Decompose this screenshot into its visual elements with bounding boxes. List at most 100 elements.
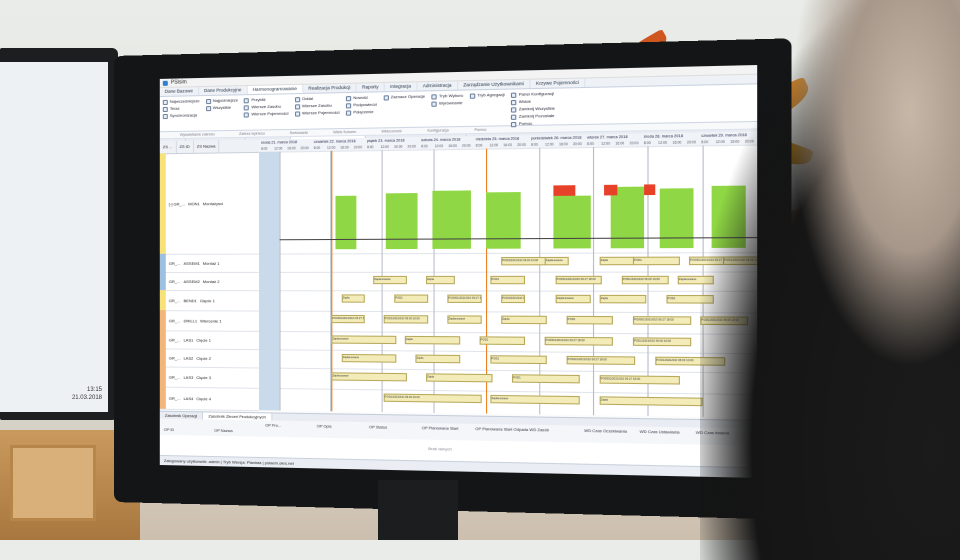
operation-bar[interactable]: POD1: [567, 316, 613, 325]
ribbon-button[interactable]: Najpóźniejsze: [206, 97, 238, 104]
operation-bar[interactable]: PO0001/2021/010 06:27 18:00: [567, 356, 636, 365]
operation-bar[interactable]: POD1/2021/010 06:00 10:00: [384, 315, 428, 323]
operation-bar[interactable]: Zapla: [426, 276, 455, 284]
ribbon-button[interactable]: Wiersze Zasobu: [244, 103, 288, 110]
ribbon-button-icon: [511, 92, 516, 97]
operation-bar[interactable]: Zaplanowane: [342, 354, 397, 363]
operation-bar[interactable]: Zaplanowane: [447, 315, 481, 323]
capacity-bar: [486, 192, 521, 249]
row-separator: [280, 388, 758, 395]
ribbon-tab[interactable]: Dane Bazowe: [160, 87, 199, 96]
resource-row[interactable]: [-] GR_... MON1 Montażyści: [160, 152, 259, 255]
column-header[interactable]: ZS ...: [160, 141, 177, 153]
ribbon-button[interactable]: Tryb Agregacji: [470, 92, 505, 99]
row-separator: [280, 311, 758, 313]
operation-bar[interactable]: POD1/2021/010 06:00 10:00: [384, 394, 482, 404]
operation-bar[interactable]: POD1/2021/010 06:00 10:00: [501, 295, 525, 303]
operation-bar[interactable]: Zapla: [600, 396, 703, 406]
operation-bar[interactable]: Zapla: [426, 373, 492, 382]
operation-bar[interactable]: Zapla: [600, 257, 636, 266]
operation-bar[interactable]: Zaplanowane: [373, 276, 407, 284]
resource-name: Cięcie 2: [193, 355, 211, 360]
operation-bar[interactable]: Zaplanowane: [545, 257, 569, 265]
ribbon-button[interactable]: Oddal: [295, 95, 340, 102]
operation-bar[interactable]: Zapla: [600, 295, 647, 304]
ribbon-tab[interactable]: Zarządzanie Użytkownikami: [458, 80, 530, 90]
operations-column-header[interactable]: WD Czas Oczekiwania: [584, 429, 627, 434]
ribbon-tab[interactable]: Raporty: [357, 83, 385, 92]
resource-row[interactable]: GR_... LAS3 Cięcie 3: [160, 366, 259, 388]
operation-bar[interactable]: POD1: [490, 355, 546, 364]
ribbon-tab[interactable]: Harmonogramowanie: [248, 85, 304, 94]
resource-row[interactable]: GR_... DRILL1 Wiercenie 1: [160, 310, 259, 332]
ribbon-tab[interactable]: Krzywe Pojemności: [530, 79, 585, 89]
operation-bar[interactable]: POD1/2021/010 06:00 10:00: [501, 257, 547, 265]
operation-bar[interactable]: POD1: [480, 336, 525, 345]
ribbon-button[interactable]: Synchronizacja: [163, 112, 200, 119]
ribbon-button-label: Przybliż: [251, 97, 265, 103]
ribbon-button[interactable]: Widok: [511, 98, 555, 105]
operations-column-header[interactable]: OP Opis: [317, 424, 332, 428]
ribbon-button[interactable]: Wiersze Pojemności: [295, 110, 340, 117]
operation-bar[interactable]: POD1: [512, 374, 580, 383]
operation-bar[interactable]: POD1/2021/010 06:00 10:00: [633, 337, 691, 346]
operation-bar[interactable]: PO0001/2021/010 06:27 18:00: [633, 316, 691, 325]
ribbon-button[interactable]: Przybliż: [244, 96, 288, 103]
ribbon-button[interactable]: Połączenie: [346, 109, 377, 116]
gantt-chart-area[interactable]: POD1/2021/010 06:00 10:00 Zaplanowane Zapl…: [280, 145, 758, 418]
ribbon-button[interactable]: Teraz: [163, 105, 200, 112]
resource-row[interactable]: GR_... LAS4 Cięcie 4: [160, 387, 259, 412]
operation-bar[interactable]: Zaplanowane: [331, 372, 407, 381]
operation-bar[interactable]: Zapla: [342, 294, 365, 302]
ribbon-button[interactable]: Tryb Wyboru: [431, 93, 463, 100]
ribbon-tab[interactable]: Administracja: [417, 81, 458, 90]
operation-bar[interactable]: POD1: [633, 257, 680, 266]
operations-column-header[interactable]: OP Planowana Start Odpada: [475, 427, 528, 432]
ribbon-button[interactable]: Podpowiedzi: [346, 102, 377, 109]
operation-bar[interactable]: Zaplanowane: [556, 295, 591, 304]
ribbon-button[interactable]: Najwcześniejsze: [163, 98, 200, 105]
operation-bar[interactable]: POD1: [490, 276, 525, 284]
operation-bar[interactable]: PO0001/2021/010 06:27 18:00: [556, 276, 602, 284]
ribbon-button[interactable]: Wyrównanie: [431, 100, 463, 107]
resource-row[interactable]: GR_... LAS1 Cięcie 1: [160, 330, 259, 350]
ribbon-button[interactable]: Zaznacz Operacje: [383, 93, 425, 100]
ribbon-button-icon: [295, 104, 300, 109]
operation-bar[interactable]: PO0001/2021/010 06:27 18:00: [600, 375, 680, 384]
resource-row[interactable]: GR_... ASSEM2 Montaż 2: [160, 272, 259, 291]
ribbon-button[interactable]: Nowość: [346, 94, 377, 101]
operations-column-header[interactable]: OP Planowana Start: [422, 426, 459, 431]
resource-row[interactable]: GR_... ASSEM1 Montaż 1: [160, 254, 259, 273]
operation-bar[interactable]: POD1/2021/010 06:00 10:00: [622, 276, 669, 285]
operation-bar[interactable]: Zapla: [405, 336, 460, 345]
operation-bar[interactable]: Zaplanowane: [490, 395, 579, 405]
column-header[interactable]: ZS ID: [176, 141, 193, 153]
ribbon-button[interactable]: Wiersze Zasobu: [295, 102, 340, 109]
operations-column-header[interactable]: OP ID: [164, 428, 174, 432]
operation-bar[interactable]: POD1: [394, 294, 428, 302]
ribbon-button[interactable]: Zamknij Pozostałe: [511, 113, 555, 120]
ribbon-button[interactable]: Wszystkie: [206, 105, 238, 112]
operation-bar[interactable]: Zapla: [501, 316, 547, 325]
operation-bar[interactable]: PO0001/2021/010 06:27 18:00: [545, 337, 613, 346]
ribbon-button[interactable]: Zamknij Wszystkie: [511, 105, 555, 112]
operations-column-header[interactable]: OP Pro...: [265, 424, 281, 428]
resource-row[interactable]: GR_... BEND1 Gięcie 1: [160, 290, 259, 311]
ribbon-tab[interactable]: Dane Produkcyjne: [199, 86, 248, 95]
operation-bar[interactable]: Zaplanowane: [331, 335, 396, 344]
ribbon-button[interactable]: Panel Konfiguracji: [511, 91, 555, 98]
operation-bar[interactable]: Zapla: [415, 355, 460, 364]
ribbon-tab[interactable]: Realizacja Produkcji: [303, 84, 357, 93]
operations-column-header[interactable]: OP Status: [369, 425, 387, 429]
ribbon-button[interactable]: Pomoc: [511, 120, 555, 127]
operation-bar[interactable]: PO0001/2021/010 06:27 18:00: [331, 315, 364, 323]
clock-time: 13:15: [72, 386, 102, 394]
operation-bar[interactable]: PO0001/2021/010 06:27 18:00: [447, 295, 481, 303]
column-header[interactable]: ZS Nazwa: [194, 140, 220, 153]
ribbon-tab[interactable]: Integracja: [385, 82, 418, 91]
operations-column-header[interactable]: WD Zasób: [529, 428, 549, 433]
operations-column-header[interactable]: WD Czas Ustawiania: [640, 430, 680, 435]
operations-column-header[interactable]: OP Nazwa: [214, 429, 232, 433]
resource-row[interactable]: GR_... LAS2 Cięcie 2: [160, 348, 259, 368]
ribbon-button[interactable]: Wiersze Pojemności: [244, 111, 288, 118]
